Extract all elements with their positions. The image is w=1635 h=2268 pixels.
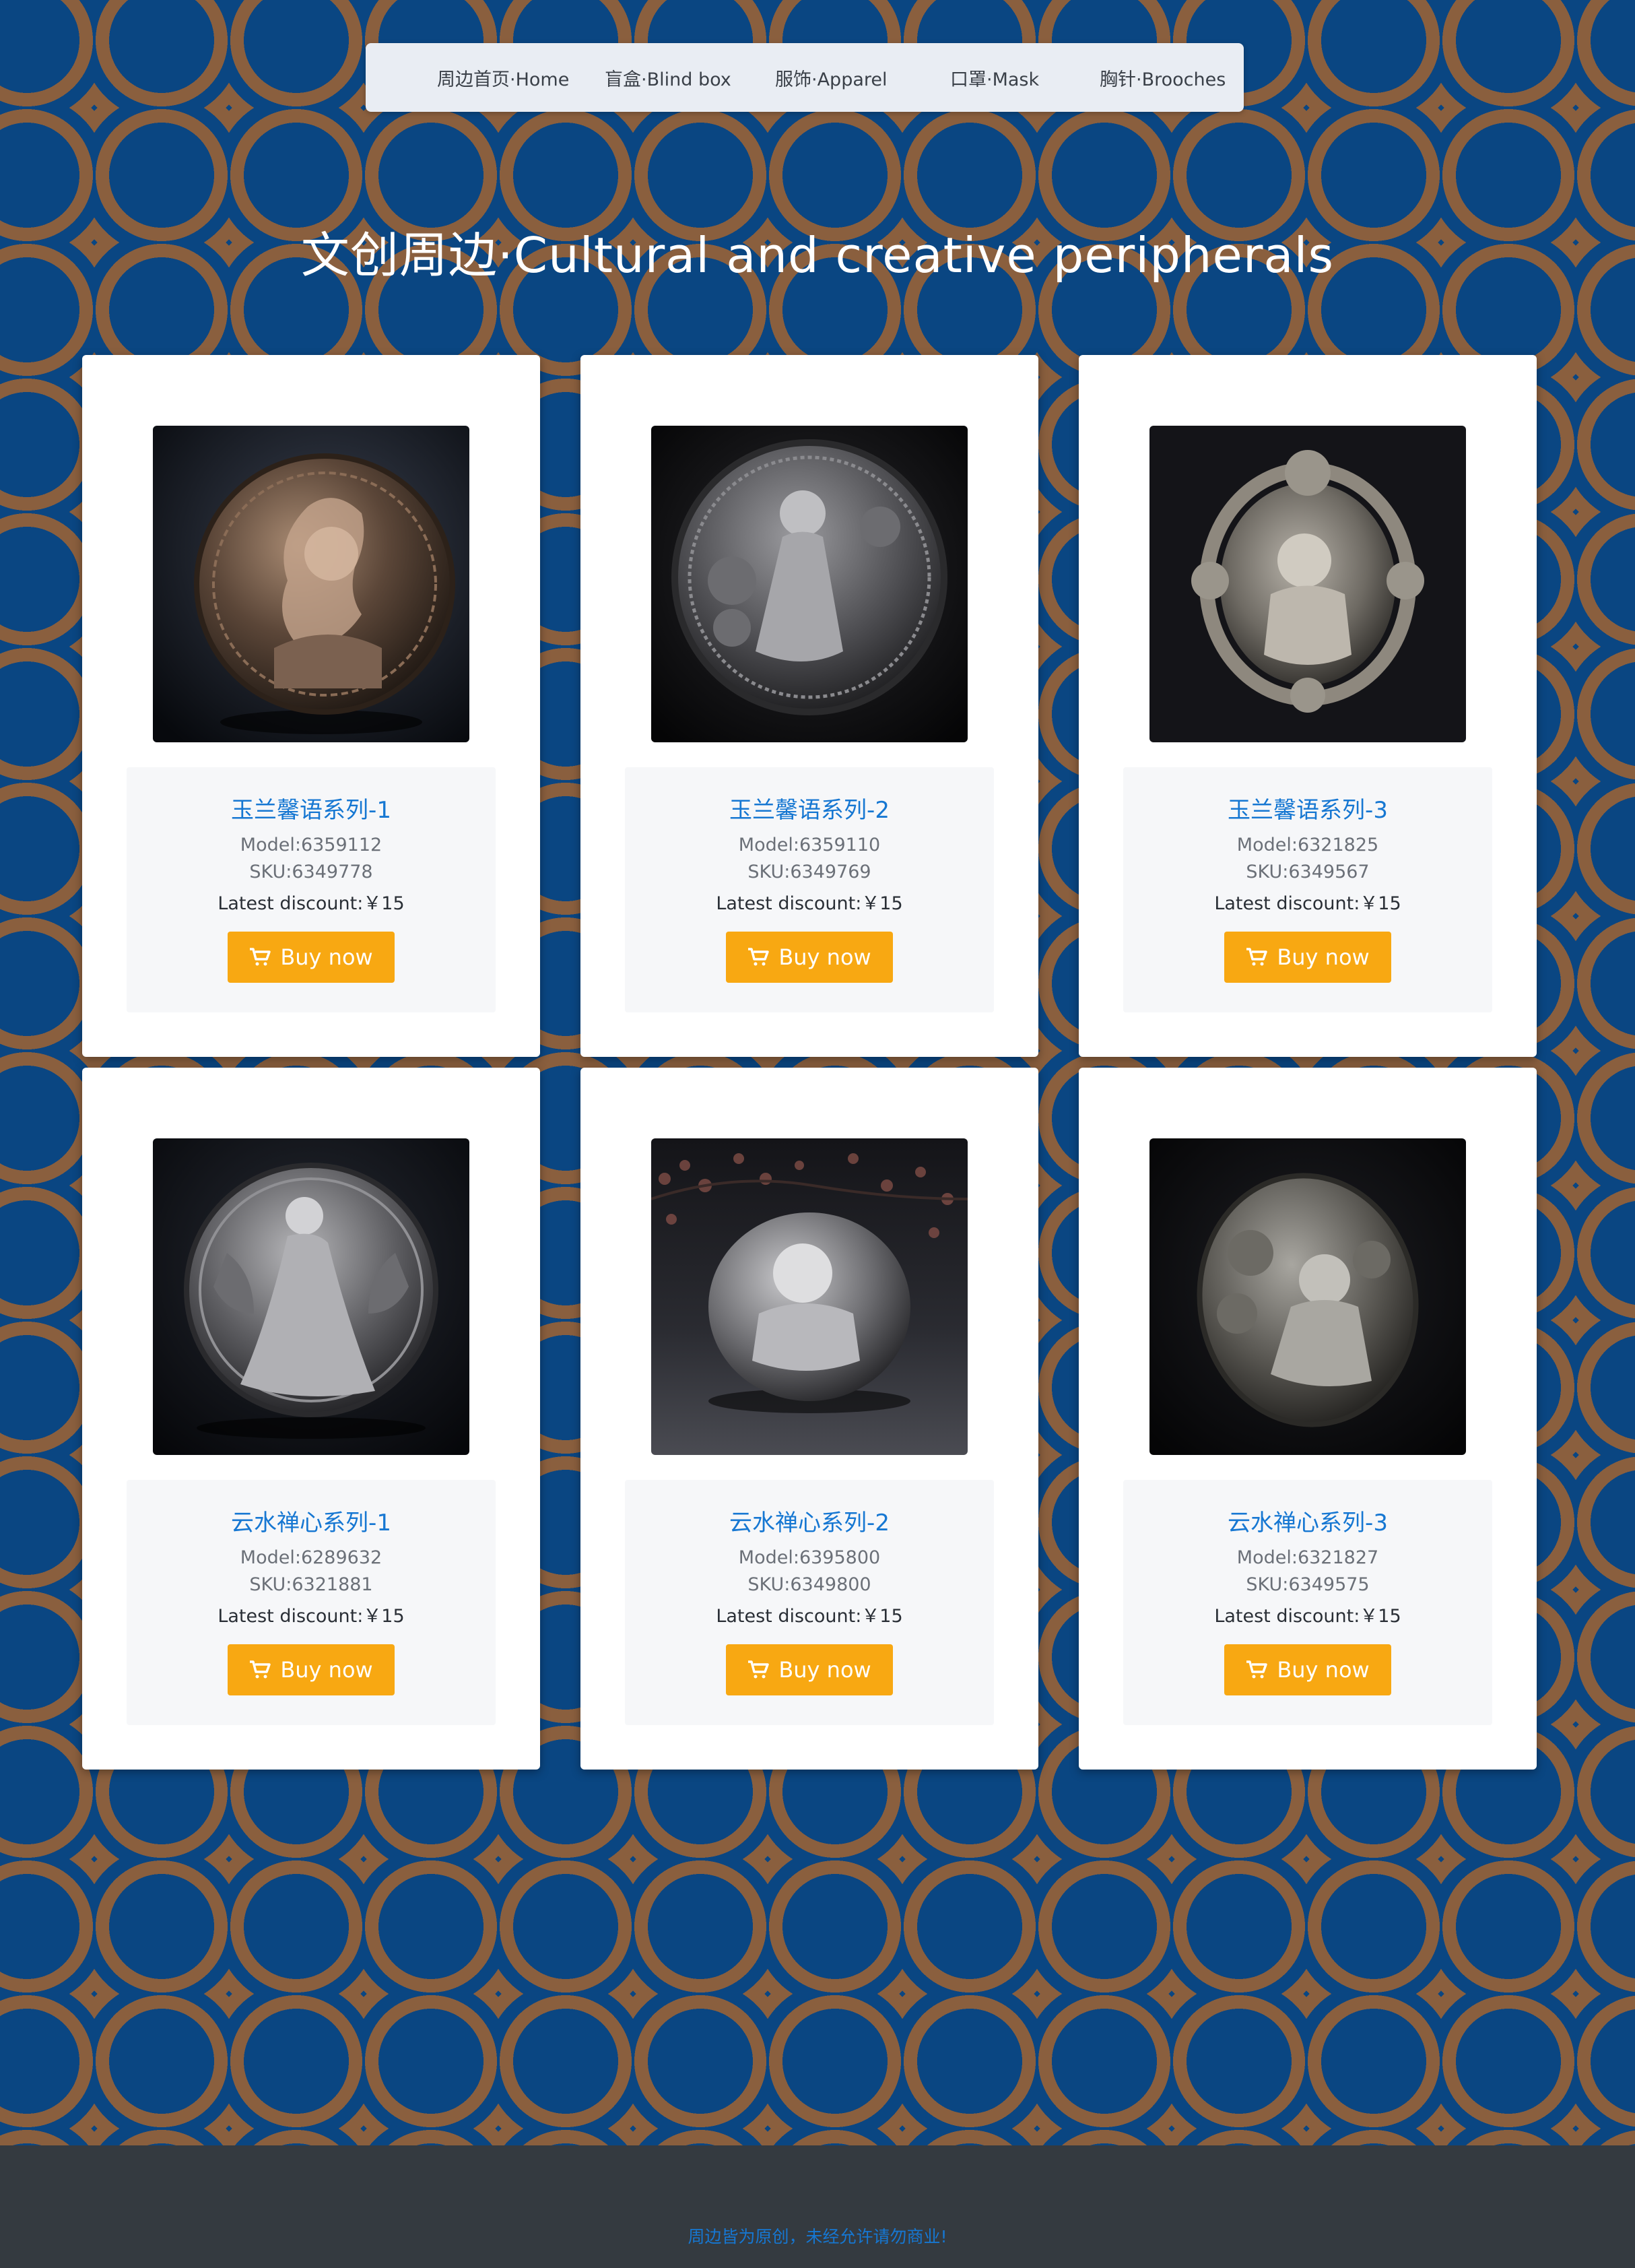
product-model: Model:6359110 [738, 835, 881, 855]
buy-now-button[interactable]: Buy now [726, 932, 893, 983]
product-info: 云水禅心系列-2 Model:6395800 SKU:6349800 Lates… [625, 1480, 994, 1725]
cart-icon [748, 1660, 770, 1679]
product-sku: SKU:6321881 [249, 1574, 373, 1595]
product-sku: SKU:6349769 [747, 862, 871, 882]
buy-now-button[interactable]: Buy now [1224, 1644, 1391, 1695]
product-model: Model:6395800 [738, 1547, 881, 1568]
product-image[interactable] [153, 1138, 469, 1455]
medallion-image [1149, 426, 1466, 742]
product-info: 云水禅心系列-3 Model:6321827 SKU:6349575 Lates… [1123, 1480, 1492, 1725]
buy-now-button[interactable]: Buy now [228, 1644, 395, 1695]
top-nav: 周边首页·Home 盲盒·Blind box 服饰·Apparel 口罩·Mas… [366, 43, 1244, 112]
cart-icon [250, 1660, 271, 1679]
cart-icon [250, 948, 271, 966]
buy-now-label: Buy now [778, 944, 871, 970]
page-title: 文创周边·Cultural and creative peripherals [300, 227, 1335, 284]
product-image[interactable] [1149, 426, 1466, 742]
product-title[interactable]: 玉兰馨语系列-3 [1123, 791, 1492, 824]
nav-item-mask[interactable]: 口罩·Mask [950, 43, 1039, 112]
product-image[interactable] [1149, 1138, 1466, 1455]
product-model: Model:6321825 [1236, 835, 1379, 855]
medallion-image [1149, 1138, 1466, 1455]
product-card: 云水禅心系列-3 Model:6321827 SKU:6349575 Lates… [1079, 1068, 1537, 1770]
cart-icon [1246, 948, 1268, 966]
product-title[interactable]: 玉兰馨语系列-2 [625, 791, 994, 824]
product-image[interactable] [651, 1138, 968, 1455]
product-info: 玉兰馨语系列-1 Model:6359112 SKU:6349778 Lates… [127, 767, 496, 1012]
product-discount: Latest discount:￥15 [716, 1606, 903, 1627]
product-model: Model:6321827 [1236, 1547, 1379, 1568]
buy-now-label: Buy now [778, 1657, 871, 1683]
medallion-image [651, 1138, 968, 1455]
nav-item-home[interactable]: 周边首页·Home [437, 43, 569, 112]
product-title[interactable]: 云水禅心系列-2 [625, 1504, 994, 1537]
product-title[interactable]: 云水禅心系列-1 [127, 1504, 496, 1537]
nav-item-blind-box[interactable]: 盲盒·Blind box [605, 43, 731, 112]
product-discount: Latest discount:￥15 [1214, 893, 1401, 914]
product-discount: Latest discount:￥15 [716, 893, 903, 914]
buy-now-button[interactable]: Buy now [228, 932, 395, 983]
product-title[interactable]: 云水禅心系列-3 [1123, 1504, 1492, 1537]
buy-now-label: Buy now [1277, 944, 1370, 970]
footer: 周边皆为原创，未经允许请勿商业! [0, 2145, 1635, 2268]
product-card: 云水禅心系列-2 Model:6395800 SKU:6349800 Lates… [580, 1068, 1038, 1770]
buy-now-label: Buy now [1277, 1657, 1370, 1683]
product-info: 玉兰馨语系列-3 Model:6321825 SKU:6349567 Lates… [1123, 767, 1492, 1012]
product-title[interactable]: 玉兰馨语系列-1 [127, 791, 496, 824]
product-image[interactable] [651, 426, 968, 742]
buy-now-label: Buy now [280, 944, 373, 970]
medallion-image [153, 1138, 469, 1455]
footer-note: 周边皆为原创，未经允许请勿商业! [688, 2227, 947, 2246]
product-sku: SKU:6349575 [1246, 1574, 1370, 1595]
medallion-image [651, 426, 968, 742]
cart-icon [748, 948, 770, 966]
product-sku: SKU:6349778 [249, 862, 373, 882]
product-card: 玉兰馨语系列-2 Model:6359110 SKU:6349769 Lates… [580, 355, 1038, 1057]
product-model: Model:6359112 [240, 835, 382, 855]
product-model: Model:6289632 [240, 1547, 382, 1568]
product-card: 云水禅心系列-1 Model:6289632 SKU:6321881 Lates… [82, 1068, 540, 1770]
cart-icon [1246, 1660, 1268, 1679]
product-discount: Latest discount:￥15 [218, 1606, 405, 1627]
buy-now-button[interactable]: Buy now [726, 1644, 893, 1695]
product-discount: Latest discount:￥15 [218, 893, 405, 914]
product-sku: SKU:6349800 [747, 1574, 871, 1595]
product-info: 玉兰馨语系列-2 Model:6359110 SKU:6349769 Lates… [625, 767, 994, 1012]
buy-now-button[interactable]: Buy now [1224, 932, 1391, 983]
product-card: 玉兰馨语系列-3 Model:6321825 SKU:6349567 Lates… [1079, 355, 1537, 1057]
product-info: 云水禅心系列-1 Model:6289632 SKU:6321881 Lates… [127, 1480, 496, 1725]
medallion-image [153, 426, 469, 742]
buy-now-label: Buy now [280, 1657, 373, 1683]
nav-item-brooches[interactable]: 胸针·Brooches [1100, 43, 1226, 112]
product-image[interactable] [153, 426, 469, 742]
product-discount: Latest discount:￥15 [1214, 1606, 1401, 1627]
nav-item-apparel[interactable]: 服饰·Apparel [775, 43, 888, 112]
product-sku: SKU:6349567 [1246, 862, 1370, 882]
product-card: 玉兰馨语系列-1 Model:6359112 SKU:6349778 Lates… [82, 355, 540, 1057]
